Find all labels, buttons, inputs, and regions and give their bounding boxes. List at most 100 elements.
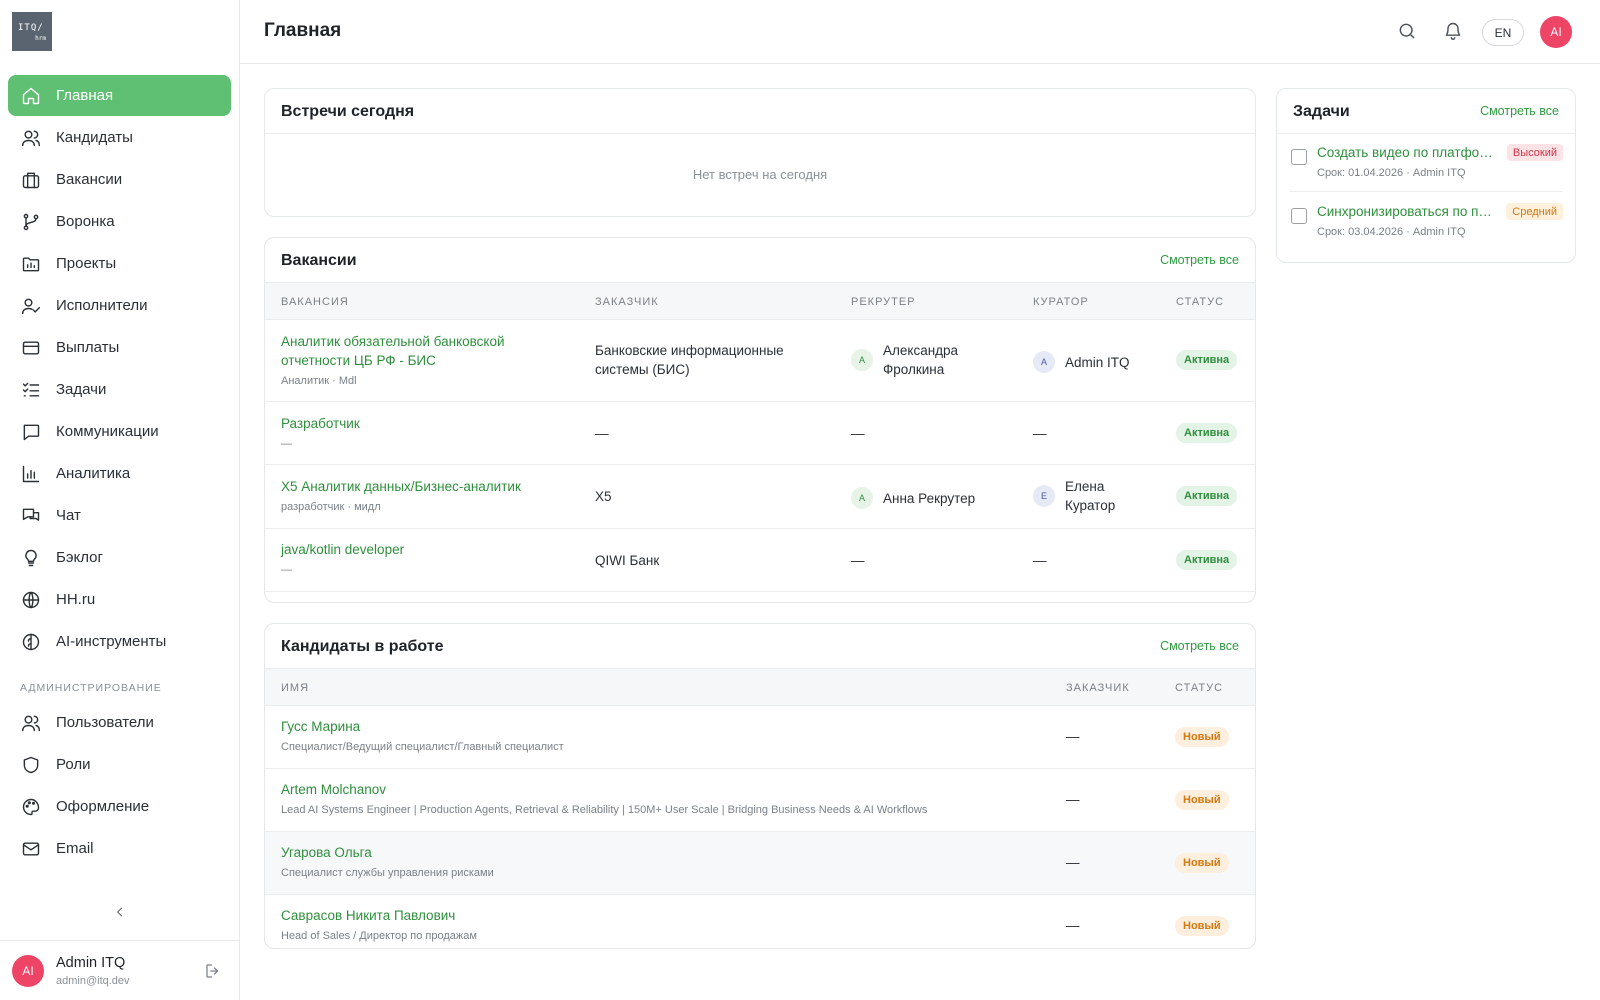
- column-header[interactable]: ЗАКАЗЧИК: [1066, 682, 1130, 694]
- sidebar-item-email[interactable]: Email: [8, 828, 231, 869]
- vacancy-title-line: отчетности ЦБ РФ - БИС: [281, 353, 436, 368]
- column-header[interactable]: СТАТУС: [1176, 296, 1224, 308]
- table-row[interactable]: Угарова Ольга Специалист службы управлен…: [265, 832, 1255, 895]
- sidebar-item-payments[interactable]: Выплаты: [8, 327, 231, 368]
- column-header[interactable]: СТАТУС: [1175, 682, 1223, 694]
- vacancy-cell: X5 Аналитик данных/Бизнес-аналитик разра…: [281, 477, 521, 517]
- column-header[interactable]: ЗАКАЗЧИК: [595, 296, 659, 308]
- table-row[interactable]: Аналитик обязательной банковской отчетнос…: [265, 320, 1255, 402]
- column-header[interactable]: КУРАТОР: [1033, 296, 1089, 308]
- curator-name-line: Куратор: [1065, 498, 1116, 513]
- column-header[interactable]: РЕКРУТЕР: [851, 296, 916, 308]
- table-row[interactable]: Саврасов Никита Павлович Head of Sales /…: [265, 895, 1255, 948]
- candidates-see-all-link[interactable]: Смотреть все: [1160, 639, 1239, 653]
- client-line: системы (БИС): [595, 362, 690, 377]
- candidate-link[interactable]: Artem Molchanov: [281, 780, 927, 799]
- task-checkbox[interactable]: [1291, 149, 1307, 165]
- sidebar-item-tasks[interactable]: Задачи: [8, 369, 231, 410]
- avatar[interactable]: AI: [12, 955, 44, 987]
- sidebar-item-funnel[interactable]: Воронка: [8, 201, 231, 242]
- client-cell: X5: [595, 489, 612, 504]
- candidate-link[interactable]: Угарова Ольга: [281, 843, 494, 862]
- avatar[interactable]: AI: [1540, 16, 1572, 48]
- users-icon: [20, 712, 42, 734]
- table-row[interactable]: Гусс Марина Специалист/Ведущий специалис…: [265, 706, 1255, 769]
- vacancy-link[interactable]: X5 Аналитик данных/Бизнес-аналитик: [281, 477, 521, 496]
- sidebar-item-label: Чат: [56, 507, 81, 524]
- collapse-sidebar-button[interactable]: [110, 902, 130, 922]
- table-row[interactable]: java/kotlin developer — QIWI Банк — — Ак…: [265, 529, 1255, 592]
- task-title[interactable]: Синхронизироваться по проекту: [1317, 204, 1495, 219]
- sidebar-item-label: Проекты: [56, 255, 117, 272]
- sidebar-item-hh[interactable]: HH.ru: [8, 579, 231, 620]
- column-header[interactable]: ИМЯ: [281, 682, 309, 694]
- candidate-cell: Гусс Марина Специалист/Ведущий специалис…: [281, 717, 564, 757]
- sidebar-item-communications[interactable]: Коммуникации: [8, 411, 231, 452]
- recruiter-name: Анна Рекрутер: [883, 490, 976, 506]
- status-badge: Новый: [1175, 727, 1229, 747]
- briefcase-icon: [20, 169, 42, 191]
- client-cell: —: [595, 426, 609, 441]
- sidebar-item-appearance[interactable]: Оформление: [8, 786, 231, 827]
- sidebar-item-home[interactable]: Главная: [8, 75, 231, 116]
- table-row[interactable]: Artem Molchanov Lead AI Systems Engineer…: [265, 769, 1255, 832]
- chat-bubbles-icon: [20, 505, 42, 527]
- sidebar-item-users[interactable]: Пользователи: [8, 702, 231, 743]
- task-item[interactable]: Создать видео по платформе Срок: 01.04.2…: [1289, 134, 1563, 192]
- recruiter-name: Александра Фролкина: [883, 341, 958, 379]
- column-header[interactable]: ВАКАНСИЯ: [281, 296, 349, 308]
- meetings-empty-message: Нет встреч на сегодня: [692, 167, 828, 182]
- vacancy-meta: —: [281, 438, 292, 450]
- vacancy-link[interactable]: Разработчик: [281, 414, 360, 433]
- tasks-see-all-link[interactable]: Смотреть все: [1480, 104, 1559, 118]
- sidebar-item-label: Роли: [56, 756, 91, 773]
- table-row[interactable]: Разработчик — — — — Активна: [265, 402, 1255, 465]
- sidebar-item-backlog[interactable]: Бэклог: [8, 537, 231, 578]
- candidate-link[interactable]: Саврасов Никита Павлович: [281, 906, 477, 925]
- candidate-cell: Artem Molchanov Lead AI Systems Engineer…: [281, 780, 927, 820]
- client-cell: QIWI Банк: [595, 553, 660, 568]
- language-switch-button[interactable]: EN: [1482, 19, 1524, 46]
- task-checkbox[interactable]: [1291, 208, 1307, 224]
- sidebar-item-vacancies[interactable]: Вакансии: [8, 159, 231, 200]
- candidate-link[interactable]: Гусс Марина: [281, 717, 564, 736]
- notifications-button[interactable]: [1443, 21, 1465, 43]
- tasks-title: Задачи: [1293, 103, 1350, 120]
- lightbulb-icon: [20, 547, 42, 569]
- logout-icon: [206, 964, 219, 978]
- table-header: ИМЯ ЗАКАЗЧИК СТАТУС: [265, 668, 1255, 706]
- candidates-title: Кандидаты в работе: [281, 638, 444, 655]
- vacancy-link[interactable]: Аналитик обязательной банковской отчетнос…: [281, 332, 505, 370]
- sidebar-item-analytics[interactable]: Аналитика: [8, 453, 231, 494]
- recruiter-name-line: Фролкина: [883, 362, 945, 377]
- vacancy-cell: java/kotlin developer —: [281, 540, 404, 580]
- avatar: A: [1033, 351, 1055, 373]
- chevron-left-icon: [116, 907, 123, 917]
- vacancy-meta: Аналитик · Mdl: [281, 375, 357, 387]
- vacancy-meta: разработчик · мидл: [281, 501, 381, 513]
- sidebar-item-candidates[interactable]: Кандидаты: [8, 117, 231, 158]
- vacancies-see-all-link[interactable]: Смотреть все: [1160, 253, 1239, 267]
- sidebar-item-performers[interactable]: Исполнители: [8, 285, 231, 326]
- bell-icon: [1445, 22, 1461, 40]
- search-icon: [1399, 23, 1415, 39]
- sidebar-item-ai-tools[interactable]: AI-инструменты: [8, 621, 231, 662]
- vacancy-cell: Аналитик обязательной банковской отчетнос…: [281, 332, 505, 391]
- vacancy-link[interactable]: java/kotlin developer: [281, 540, 404, 559]
- task-title[interactable]: Создать видео по платформе: [1317, 145, 1495, 160]
- client-cell: —: [1066, 918, 1080, 933]
- candidate-position: Head of Sales / Директор по продажам: [281, 930, 477, 942]
- sidebar-item-label: Коммуникации: [56, 423, 159, 440]
- sidebar-item-roles[interactable]: Роли: [8, 744, 231, 785]
- avatar: Е: [1033, 485, 1055, 507]
- table-row[interactable]: X5 Аналитик данных/Бизнес-аналитик разра…: [265, 465, 1255, 529]
- sidebar-item-projects[interactable]: Проекты: [8, 243, 231, 284]
- sidebar-item-chat[interactable]: Чат: [8, 495, 231, 536]
- task-item[interactable]: Синхронизироваться по проекту Срок: 03.0…: [1289, 193, 1563, 251]
- globe-icon: [20, 589, 42, 611]
- logout-button[interactable]: [204, 962, 222, 980]
- client-line: Банковские информационные: [595, 343, 784, 358]
- search-button[interactable]: [1397, 21, 1419, 43]
- meetings-card: Встречи сегодня Нет встреч на сегодня: [264, 88, 1256, 217]
- app-logo[interactable]: ITQ/ hrm: [12, 12, 52, 51]
